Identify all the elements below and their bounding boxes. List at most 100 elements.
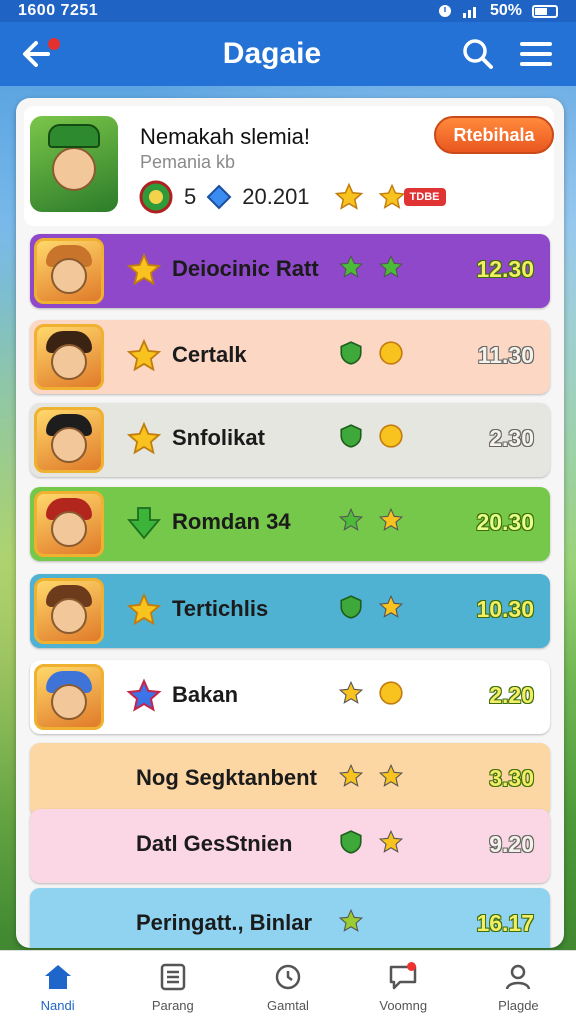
player-avatar[interactable] xyxy=(30,116,118,212)
star-icon xyxy=(378,183,405,209)
star-icon xyxy=(338,507,364,531)
player-title: Nemakah slemia! xyxy=(140,124,310,149)
leaderboard-row[interactable]: Romdan 34 20.30 xyxy=(30,487,550,561)
player-value: 11.30 xyxy=(477,342,534,368)
player-name: Romdan 34 xyxy=(172,509,291,534)
signal-icon xyxy=(462,7,476,18)
nav-item-list[interactable]: Parang xyxy=(115,951,230,1024)
hamburger-icon xyxy=(520,42,552,66)
leaderboard-row[interactable]: Datl GesStnien 9.20 xyxy=(30,809,550,883)
star-icon xyxy=(334,182,363,210)
player-name: Peringatt., Binlar xyxy=(136,910,313,935)
player-value: 10.30 xyxy=(476,596,534,622)
shield-icon xyxy=(340,341,362,365)
star-icon xyxy=(338,680,364,704)
coin-icon xyxy=(379,681,403,705)
clock-icon xyxy=(275,964,301,990)
search-button[interactable] xyxy=(456,32,500,76)
nav-item-profile[interactable]: Plagde xyxy=(461,951,576,1024)
alarm-icon xyxy=(438,5,451,17)
player-avatar xyxy=(34,324,104,390)
star-icon xyxy=(338,254,364,278)
stat-score: 20.201 xyxy=(242,184,310,209)
profile-icon xyxy=(506,964,531,990)
player-name: Deiocinic Ratt xyxy=(172,256,319,281)
leaderboard-row[interactable]: Certalk 11.30 xyxy=(30,320,550,394)
shield-icon xyxy=(340,424,362,448)
nav-label-list: Parang xyxy=(151,998,194,1013)
menu-button[interactable] xyxy=(514,32,558,76)
gem-icon xyxy=(206,184,232,210)
player-stats: 5 20.201 TDBE xyxy=(138,180,446,214)
app-bar: Dagaie xyxy=(0,22,576,86)
nav-item-chat[interactable]: Voomng xyxy=(346,951,461,1024)
nav-label-home: Nandi xyxy=(40,998,75,1013)
coin-icon xyxy=(379,341,403,365)
shield-icon xyxy=(340,830,362,854)
star-icon xyxy=(378,829,404,853)
notification-dot xyxy=(48,38,60,50)
leaderboard-panel: Nemakah slemia! Pemania kb 5 20.201 TDBE… xyxy=(16,98,564,948)
back-button[interactable] xyxy=(18,32,62,76)
player-avatar xyxy=(34,407,104,473)
arrow-down-icon xyxy=(127,507,161,540)
player-avatar xyxy=(34,578,104,644)
profile-header-card: Nemakah slemia! Pemania kb 5 20.201 TDBE… xyxy=(24,106,554,226)
player-value: 2.20 xyxy=(489,682,534,708)
home-icon xyxy=(44,965,71,989)
nav-item-home[interactable]: Nandi xyxy=(0,951,115,1024)
star-icon xyxy=(338,763,364,787)
emblem-icon xyxy=(139,180,173,214)
star-icon xyxy=(338,908,364,932)
player-name: Nog Segktanbent xyxy=(136,765,317,790)
star-icon xyxy=(126,252,162,286)
battery-percent: 50% xyxy=(489,2,522,19)
player-name: Tertichlis xyxy=(172,596,269,621)
leaderboard-row[interactable]: Bakan 2.20 xyxy=(30,660,550,734)
player-name: Snfolikat xyxy=(172,425,265,450)
player-avatar xyxy=(34,491,104,557)
shield-icon xyxy=(340,595,362,619)
leaderboard-row[interactable]: Peringatt., Binlar 16.17 xyxy=(30,888,550,948)
arrow-left-icon xyxy=(23,41,50,67)
battery-icon xyxy=(532,4,558,18)
list-icon xyxy=(160,963,186,991)
coin-icon xyxy=(379,424,403,448)
player-avatar xyxy=(34,664,104,730)
leaderboard-row[interactable]: Snfolikat 2.30 xyxy=(30,403,550,477)
nav-label-profile: Plagde xyxy=(498,998,539,1013)
status-bar: 1600 7251 50% xyxy=(0,0,576,22)
player-value: 2.30 xyxy=(489,425,534,451)
leaderboard-row[interactable]: Tertichlis 10.30 xyxy=(30,574,550,648)
star-icon xyxy=(378,507,404,531)
player-name: Datl GesStnien xyxy=(136,831,293,856)
star-icon xyxy=(126,678,162,712)
star-icon xyxy=(378,763,404,787)
player-value: 3.30 xyxy=(489,765,534,791)
star-icon xyxy=(378,254,404,278)
player-avatar xyxy=(34,238,104,304)
star-icon xyxy=(126,338,162,372)
player-name: Bakan xyxy=(172,682,239,707)
nav-item-clock[interactable]: Gamtal xyxy=(230,951,345,1024)
star-icon xyxy=(126,592,162,626)
player-name: Certalk xyxy=(172,342,247,367)
nav-label-chat: Voomng xyxy=(379,998,428,1013)
status-time: 1600 7251 xyxy=(18,2,99,19)
player-value: 20.30 xyxy=(476,509,534,535)
action-button[interactable]: Rtebihala xyxy=(434,116,554,154)
bottom-navigation: Nandi Parang Gamtal Voomng Plagde xyxy=(0,950,576,1024)
player-subtitle: Pemania kb xyxy=(140,152,236,172)
leaderboard-row[interactable]: Nog Segktanbent 3.30 xyxy=(30,743,550,817)
status-badge: TDBE xyxy=(403,188,446,206)
player-value: 9.20 xyxy=(489,831,534,857)
search-icon xyxy=(463,39,493,69)
nav-label-clock: Gamtal xyxy=(267,998,309,1013)
player-value: 16.17 xyxy=(476,910,534,936)
star-icon xyxy=(126,421,162,455)
page-title: Dagaie xyxy=(222,37,322,70)
star-icon xyxy=(378,594,404,618)
stat-count: 5 xyxy=(184,184,197,209)
player-value: 12.30 xyxy=(476,256,534,282)
leaderboard-row[interactable]: Deiocinic Ratt 12.30 xyxy=(30,234,550,308)
